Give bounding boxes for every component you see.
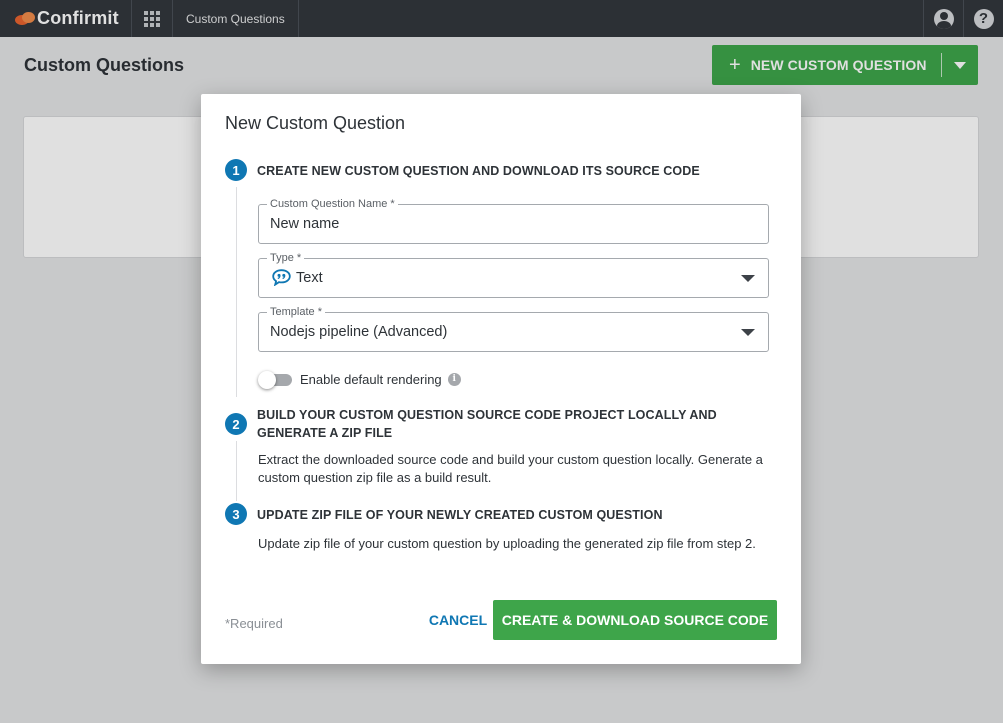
create-and-download-button[interactable]: CREATE & DOWNLOAD SOURCE CODE [493,600,777,640]
info-icon[interactable]: i [447,372,461,386]
enable-default-rendering-toggle[interactable] [258,371,292,389]
custom-question-name-field[interactable]: Custom Question Name * [258,197,769,244]
type-select[interactable]: Type * Text [258,251,769,298]
default-rendering-row: Enable default rendering i [258,369,461,389]
speech-bubble-quote-icon [272,269,291,286]
custom-question-name-label: Custom Question Name * [267,197,398,211]
step-3-title: UPDATE ZIP FILE OF YOUR NEWLY CREATED CU… [257,508,663,522]
step-3-description: Update zip file of your custom question … [258,536,756,551]
chevron-down-icon [741,275,755,282]
step-1-title: CREATE NEW CUSTOM QUESTION AND DOWNLOAD … [257,164,700,178]
template-select-value: Nodejs pipeline (Advanced) [270,324,448,340]
step-1-number-badge: 1 [225,159,247,181]
template-label: Template * [267,305,325,319]
enable-default-rendering-label: Enable default rendering [300,371,442,387]
required-note: *Required [225,616,283,631]
toggle-knob [258,371,276,389]
template-select[interactable]: Template * Nodejs pipeline (Advanced) [258,305,769,352]
step-2-title: BUILD YOUR CUSTOM QUESTION SOURCE CODE P… [257,408,717,440]
step-3-number-badge: 3 [225,503,247,525]
type-label: Type * [267,251,305,265]
custom-question-name-input[interactable] [270,216,740,232]
cancel-button[interactable]: CANCEL [423,600,493,640]
step-1-connector [236,187,237,397]
step-2-connector [236,441,237,501]
type-select-value: Text [296,270,323,286]
dialog-title: New Custom Question [225,113,406,133]
new-custom-question-dialog: New Custom Question 1 CREATE NEW CUSTOM … [201,94,801,664]
chevron-down-icon [741,329,755,336]
step-2-description: Extract the downloaded source code and b… [258,452,763,485]
step-2-number-badge: 2 [225,413,247,435]
